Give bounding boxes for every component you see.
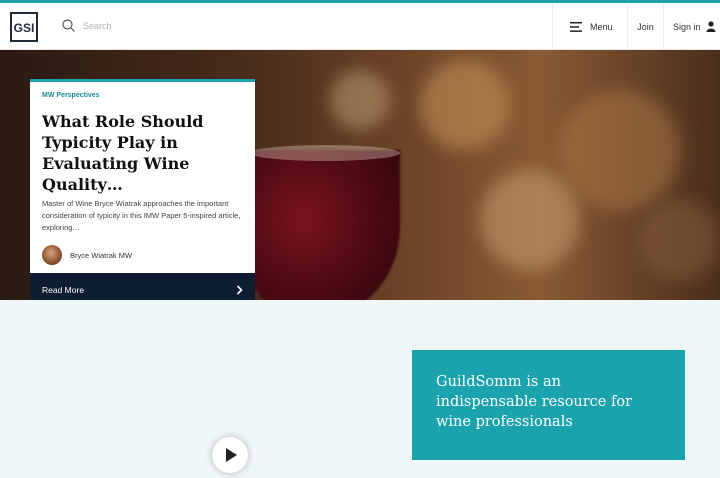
author-name: Bryce Wiatrak MW	[70, 250, 133, 260]
video-play-button[interactable]	[212, 437, 248, 473]
gsi-logo[interactable]: GSI	[10, 12, 38, 42]
read-more-label: Read More	[42, 285, 85, 295]
sign-in-label: Sign in	[673, 21, 701, 32]
menu-label: Menu	[590, 21, 613, 32]
search-icon[interactable]	[62, 19, 75, 32]
site-header: GSI Menu Join Sign in	[0, 3, 720, 50]
wine-glass-rim	[250, 145, 400, 161]
promo-box: GuildSomm is an indispensable resource f…	[412, 350, 685, 460]
logo-text: GSI	[14, 21, 35, 35]
search-bar[interactable]	[62, 19, 223, 32]
hamburger-icon	[570, 21, 582, 32]
search-input[interactable]	[83, 20, 223, 31]
play-icon	[226, 448, 237, 462]
wine-glass	[240, 150, 400, 300]
sign-in-link[interactable]: Sign in	[663, 3, 720, 50]
avatar	[42, 245, 62, 265]
chevron-right-icon	[236, 285, 243, 295]
promo-headline: GuildSomm is an indispensable resource f…	[436, 374, 633, 430]
join-link[interactable]: Join	[627, 3, 663, 50]
menu-button[interactable]: Menu	[552, 3, 627, 50]
card-author: Bryce Wiatrak MW	[42, 245, 132, 265]
join-label: Join	[637, 21, 654, 32]
lower-section: GuildSomm is an indispensable resource f…	[0, 300, 720, 473]
user-icon	[706, 21, 716, 32]
card-description: Master of Wine Bryce Wiatrak approaches …	[42, 199, 241, 232]
card-category[interactable]: MW Perspectives	[42, 92, 100, 99]
card-title[interactable]: What Role Should Typicity Play in Evalua…	[42, 111, 247, 195]
